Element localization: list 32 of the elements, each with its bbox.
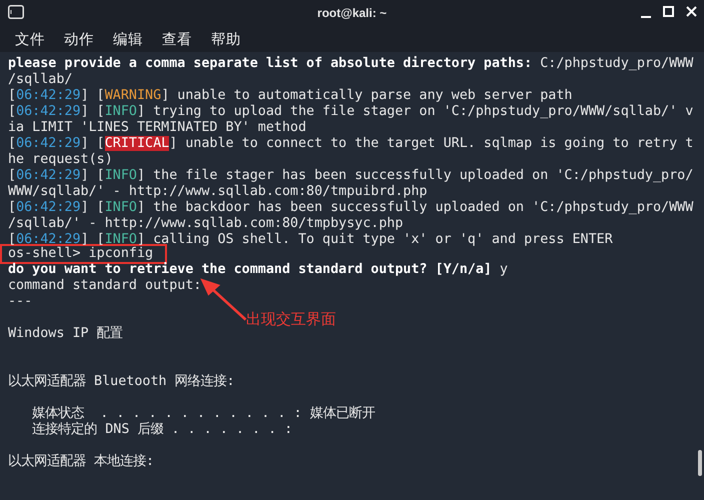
- terminal-line: [06:42:29] [CRITICAL] unable to connect to the target URL. sqlmap is going to retry t: [8, 136, 694, 152]
- terminal-line: /sqllab/: [8, 72, 72, 88]
- arrow-icon: [198, 277, 248, 321]
- terminal-icon: [8, 5, 24, 19]
- terminal-line: [06:42:29] [INFO] trying to upload the file stager on 'C:/phpstudy_pro/WWW/sqllab/' v: [8, 104, 694, 120]
- terminal-line: 以太网适配器 本地连接:: [8, 454, 154, 470]
- terminal-line: ia LIMIT 'LINES TERMINATED BY' method: [8, 120, 306, 136]
- terminal-line: [06:42:29] [INFO] calling OS shell. To quit type 'x' or 'q' and press ENTER: [8, 232, 613, 247]
- terminal-line: do you want to retrieve the command standard output? [Y/n/a] y: [8, 262, 508, 278]
- terminal-line: [06:42:29] [INFO] the file stager has been successfully uploaded on 'C:/phpstudy_pro/: [8, 168, 694, 184]
- terminal-line: please provide a comma separate list of absolute directory paths: C:/phpstudy_pro/WWW: [8, 56, 694, 72]
- menu-item[interactable]: 动作: [63, 30, 95, 48]
- menu-item[interactable]: 文件: [14, 30, 46, 48]
- menu-item[interactable]: 编辑: [112, 30, 144, 48]
- terminal-line: WWW/sqllab/' - http://www.sqllab.com:80/tmpuibrd.php: [8, 184, 428, 200]
- menu-item[interactable]: 查看: [161, 30, 193, 48]
- terminal-line: 媒体状态 . . . . . . . . . . . . : 媒体已断开: [31, 406, 375, 422]
- terminal-line: 以太网适配器 Bluetooth 网络连接:: [8, 374, 235, 390]
- menu-item[interactable]: 帮助: [210, 30, 242, 48]
- terminal-line: ---: [8, 294, 32, 310]
- terminal-line: 连接特定的 DNS 后缀 . . . . . . . :: [31, 422, 292, 438]
- terminal-line: [06:42:29] [INFO] the backdoor has been successfully uploaded on 'C:/phpstudy_pro/WWW: [8, 200, 694, 216]
- window-title: root@kali: ~: [317, 6, 387, 20]
- maximize-icon[interactable]: [662, 5, 675, 19]
- terminal-line: /sqllab/' - http://www.sqllab.com:80/tmpbysyc.php: [8, 216, 404, 232]
- scrollbar-thumb[interactable]: [698, 450, 702, 476]
- terminal-line: command standard output:: [8, 278, 202, 294]
- annotation-label: 出现交互界面: [246, 310, 336, 329]
- terminal-line: he request(s): [8, 152, 113, 168]
- terminal-line: Windows IP 配置: [8, 326, 123, 342]
- terminal-line: [06:42:29] [WARNING] unable to automatically parse any web server path: [8, 88, 572, 104]
- close-icon[interactable]: [685, 5, 698, 19]
